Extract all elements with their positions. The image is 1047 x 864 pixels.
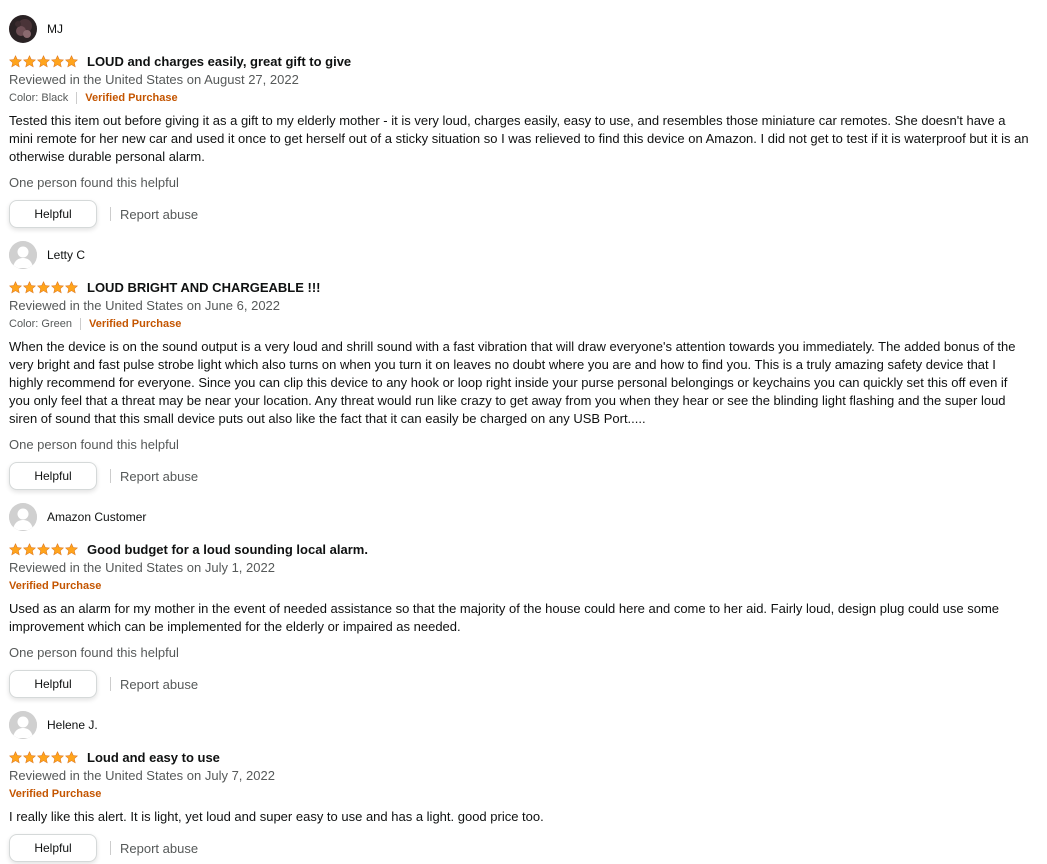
reviewer-profile[interactable]: Helene J. (9, 711, 1029, 739)
reviewer-name: MJ (47, 22, 63, 36)
star-icon (23, 750, 36, 763)
default-user-icon (9, 503, 37, 531)
star-icon (37, 750, 50, 763)
review-date: Reviewed in the United States on August … (9, 72, 299, 87)
reviewer-name: Helene J. (47, 718, 98, 732)
report-abuse-link[interactable]: Report abuse (120, 841, 198, 856)
review-title[interactable]: Loud and easy to use (87, 750, 220, 765)
star-icon (51, 750, 64, 763)
report-abuse-link[interactable]: Report abuse (120, 677, 198, 692)
helpful-button[interactable]: Helpful (9, 670, 97, 698)
review: Helene J. Loud and easy to use Reviewed … (9, 711, 1029, 862)
star-icon (23, 54, 36, 67)
divider (110, 841, 111, 855)
divider (110, 207, 111, 221)
star-icon (65, 280, 78, 293)
helpful-button[interactable]: Helpful (9, 462, 97, 490)
helpful-count: One person found this helpful (9, 645, 179, 660)
star-icon (9, 280, 22, 293)
five-star-rating[interactable] (9, 54, 78, 68)
helpful-button[interactable]: Helpful (9, 834, 97, 862)
star-icon (65, 542, 78, 555)
five-star-rating[interactable] (9, 542, 78, 556)
product-color[interactable]: Color: Black (9, 89, 68, 107)
default-user-icon (9, 241, 37, 269)
verified-purchase-badge: Verified Purchase (88, 318, 182, 330)
reviewer-name: Letty C (47, 248, 86, 262)
review-body: I really like this alert. It is light, y… (9, 809, 544, 824)
star-icon (23, 542, 36, 555)
review: Amazon Customer Good budget for a loud s… (9, 503, 1029, 698)
review-body: Used as an alarm for my mother in the ev… (9, 601, 999, 634)
divider (76, 92, 78, 104)
review: Letty C LOUD BRIGHT AND CHARGEABLE !!! R… (9, 241, 1029, 490)
star-icon (51, 280, 64, 293)
star-icon (37, 542, 50, 555)
star-icon (9, 542, 22, 555)
star-icon (9, 54, 22, 67)
five-star-rating[interactable] (9, 280, 78, 294)
star-icon (23, 280, 36, 293)
reviewer-profile[interactable]: Letty C (9, 241, 1029, 269)
five-star-rating[interactable] (9, 750, 78, 764)
default-user-icon (9, 711, 37, 739)
verified-purchase-badge: Verified Purchase (85, 92, 178, 104)
star-icon (37, 280, 50, 293)
review: MJ LOUD and charges easily, great gift t… (9, 15, 1029, 228)
verified-purchase-badge: Verified Purchase (9, 580, 102, 592)
star-icon (65, 54, 78, 67)
review-title[interactable]: Good budget for a loud sounding local al… (87, 542, 368, 557)
product-color[interactable]: Color: Green (9, 315, 72, 333)
reviewer-avatar (9, 15, 37, 43)
helpful-count: One person found this helpful (9, 437, 179, 452)
reviewer-name: Amazon Customer (47, 510, 147, 524)
star-icon (9, 750, 22, 763)
review-body: Tested this item out before giving it as… (9, 113, 1029, 164)
helpful-count: One person found this helpful (9, 175, 179, 190)
reviewer-profile[interactable]: MJ (9, 15, 1029, 43)
review-date: Reviewed in the United States on July 7,… (9, 768, 275, 783)
helpful-button[interactable]: Helpful (9, 200, 97, 228)
review-body: When the device is on the sound output i… (9, 339, 1016, 426)
review-title[interactable]: LOUD BRIGHT AND CHARGEABLE !!! (87, 280, 321, 295)
divider (110, 469, 111, 483)
reviewer-profile[interactable]: Amazon Customer (9, 503, 1029, 531)
review-date: Reviewed in the United States on June 6,… (9, 298, 281, 313)
divider (110, 677, 111, 691)
star-icon (51, 542, 64, 555)
report-abuse-link[interactable]: Report abuse (120, 207, 198, 222)
star-icon (37, 54, 50, 67)
star-icon (51, 54, 64, 67)
review-date: Reviewed in the United States on July 1,… (9, 560, 275, 575)
verified-purchase-badge: Verified Purchase (9, 788, 102, 800)
review-title[interactable]: LOUD and charges easily, great gift to g… (87, 54, 351, 69)
star-icon (65, 750, 78, 763)
divider (79, 318, 81, 330)
report-abuse-link[interactable]: Report abuse (120, 469, 198, 484)
